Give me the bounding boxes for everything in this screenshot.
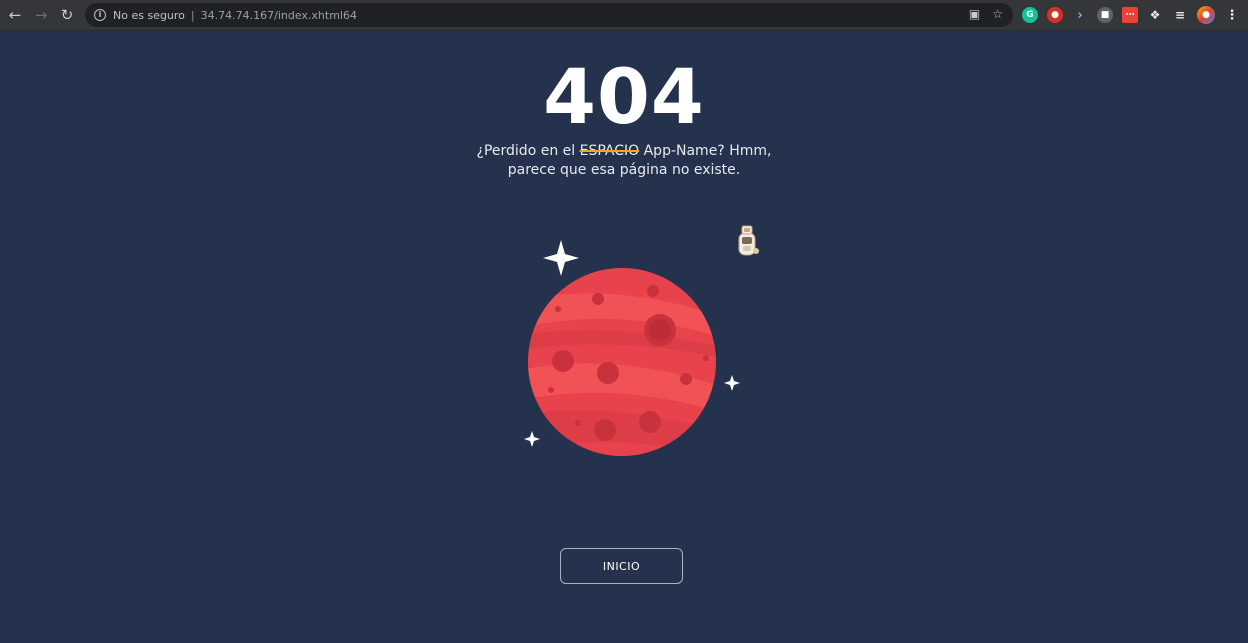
dark-extension-icon[interactable]: ■ bbox=[1097, 7, 1113, 23]
subtitle-part2: App-Name? Hmm, bbox=[639, 143, 772, 159]
address-bar[interactable]: i No es seguro | 34.74.74.167/index.xhtm… bbox=[85, 3, 1013, 27]
subtitle-strike-word: ESPACIO bbox=[579, 143, 640, 159]
extensions-bar: G ● › ■ ⋯ ❖ ≡ ● ⋮ bbox=[1022, 6, 1240, 24]
kebab-menu-icon[interactable]: ⋮ bbox=[1224, 7, 1240, 23]
inicio-button[interactable]: INICIO bbox=[560, 548, 683, 584]
astronaut-illustration bbox=[738, 225, 759, 256]
subtitle-part1: ¿Perdido en el bbox=[476, 143, 580, 159]
subtitle-line2: parece que esa página no existe. bbox=[507, 162, 741, 178]
star-bottom-left bbox=[524, 431, 540, 447]
puzzle-icon[interactable]: ❖ bbox=[1147, 7, 1163, 23]
url-separator: | bbox=[190, 8, 195, 22]
translate-icon[interactable]: ▣ bbox=[969, 7, 980, 21]
security-label: No es seguro bbox=[113, 8, 185, 22]
red-square-extension-icon[interactable]: ⋯ bbox=[1122, 7, 1138, 23]
planet-illustration bbox=[524, 240, 740, 456]
bookmark-star-icon[interactable]: ☆ bbox=[992, 7, 1003, 21]
red-extension-icon[interactable]: ● bbox=[1047, 7, 1063, 23]
back-button[interactable]: ← bbox=[2, 2, 28, 28]
info-icon[interactable]: i bbox=[94, 9, 106, 21]
error-message: ¿Perdido en el ESPACIO App-Name? Hmm, pa… bbox=[0, 142, 1248, 180]
reading-list-icon[interactable]: ≡ bbox=[1172, 7, 1188, 23]
browser-toolbar: ← → ↻ i No es seguro | 34.74.74.167/inde… bbox=[0, 0, 1248, 31]
error-code-title: 404 bbox=[543, 52, 705, 141]
star-right bbox=[724, 375, 740, 391]
reload-button[interactable]: ↻ bbox=[54, 2, 80, 28]
url-text[interactable]: 34.74.74.167/index.xhtml64 bbox=[201, 9, 357, 22]
chevron-right-icon[interactable]: › bbox=[1072, 7, 1088, 23]
profile-avatar[interactable]: ● bbox=[1197, 6, 1215, 24]
star-large bbox=[543, 240, 579, 276]
planet bbox=[528, 268, 716, 456]
grammarly-extension-icon[interactable]: G bbox=[1022, 7, 1038, 23]
forward-button[interactable]: → bbox=[28, 2, 54, 28]
